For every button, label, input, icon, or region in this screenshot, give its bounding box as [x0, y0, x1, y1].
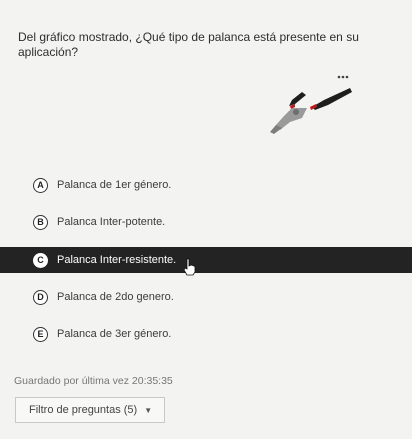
option-letter-badge: E [33, 326, 48, 342]
option-label: Palanca Inter-potente. [57, 216, 166, 228]
option-label: Palanca de 3er género. [57, 328, 172, 340]
option-label: Palanca de 2do genero. [57, 291, 174, 303]
option-d[interactable]: D Palanca de 2do genero. [0, 284, 412, 310]
option-b[interactable]: B Palanca Inter-potente. [0, 209, 412, 235]
last-saved-status: Guardado por última vez 20:35:35 [14, 375, 173, 387]
option-letter-badge: A [33, 177, 48, 193]
option-letter-badge: D [33, 289, 48, 305]
hand-cursor-icon [183, 258, 196, 276]
filter-label: Filtro de preguntas (5) [29, 404, 138, 416]
caret-down-icon: ▼ [144, 405, 153, 415]
option-a[interactable]: A Palanca de 1er género. [0, 172, 412, 198]
question-filter-dropdown[interactable]: Filtro de preguntas (5) ▼ [15, 397, 165, 423]
option-label: Palanca de 1er género. [57, 179, 172, 191]
question-text: Del gráfico mostrado, ¿Qué tipo de palan… [18, 30, 359, 59]
option-e[interactable]: E Palanca de 3er género. [0, 321, 412, 347]
option-letter-badge: C [33, 252, 48, 268]
pliers-icon [270, 75, 352, 134]
question-image [262, 70, 362, 140]
option-c[interactable]: C Palanca Inter-resistente. [0, 247, 412, 273]
option-letter-badge: B [33, 214, 48, 230]
option-label: Palanca Inter-resistente. [57, 254, 177, 266]
